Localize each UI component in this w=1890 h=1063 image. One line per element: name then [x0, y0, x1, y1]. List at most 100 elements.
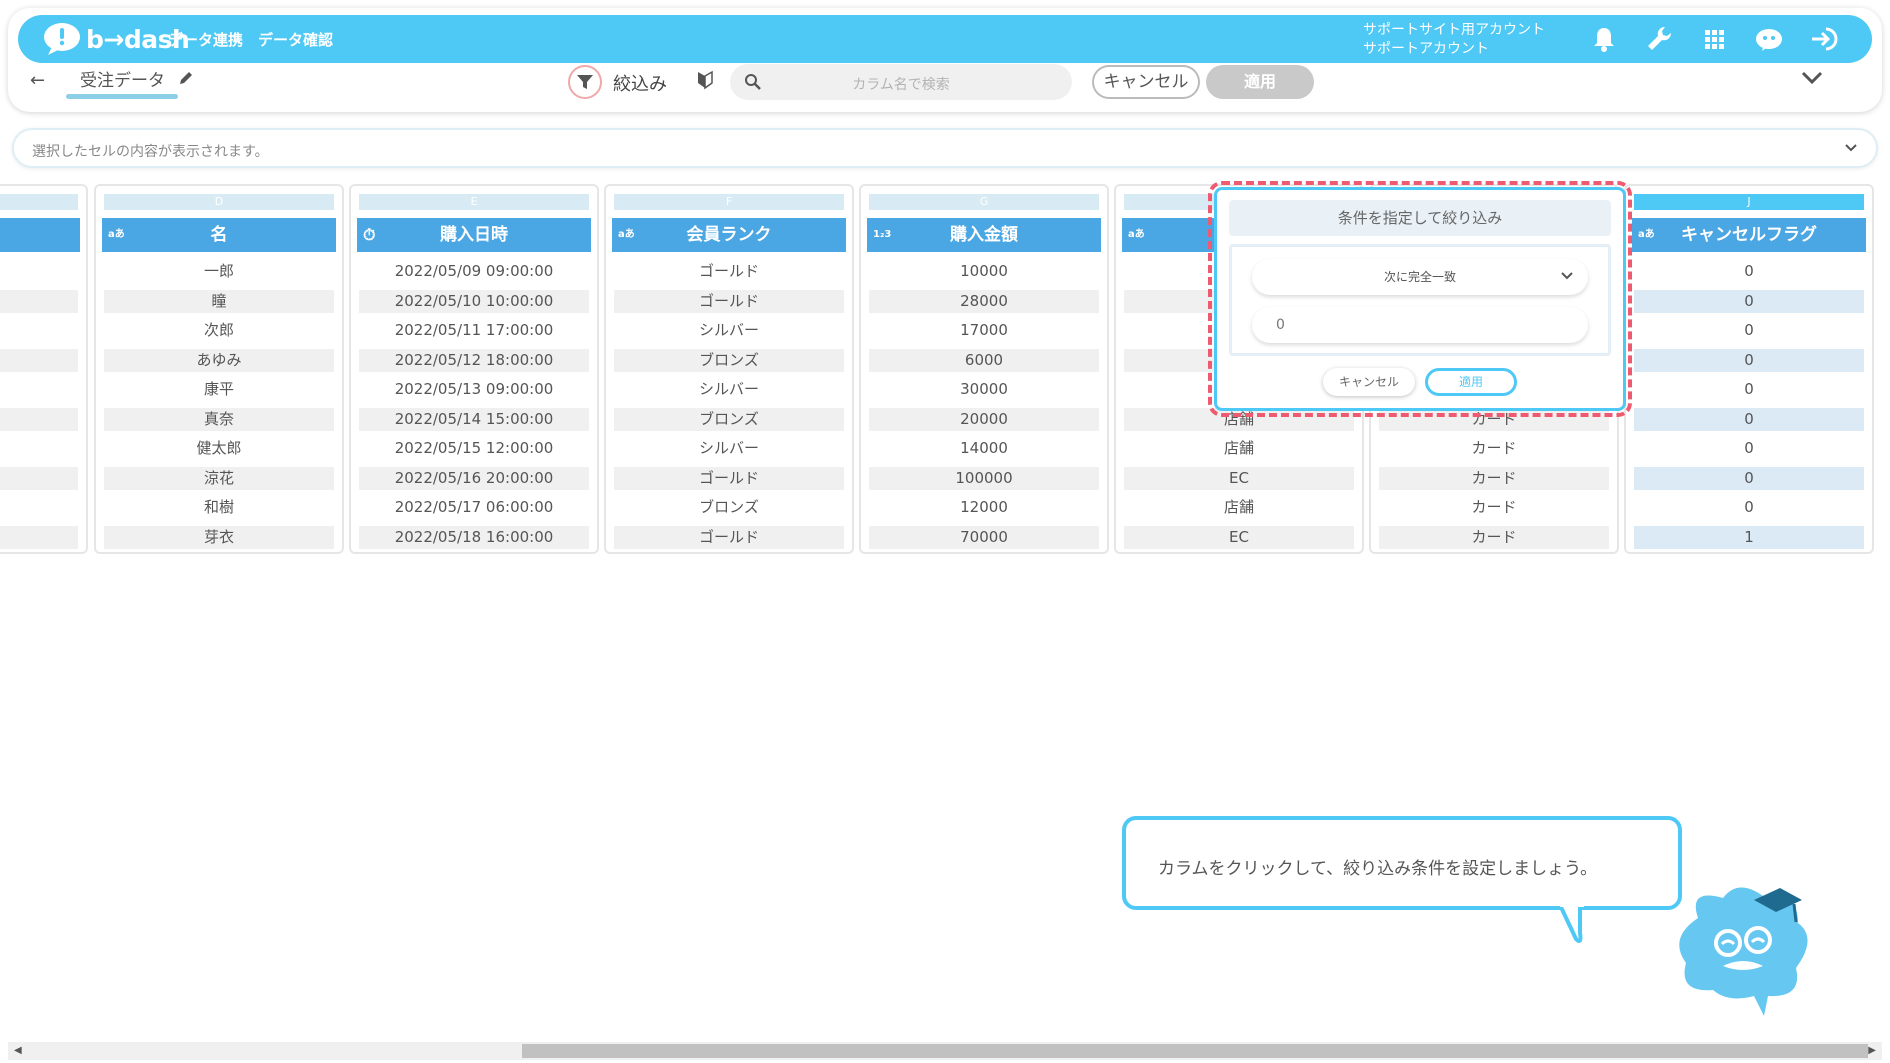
table-cell[interactable] [0, 378, 78, 401]
column-header[interactable]: aあ 名 [102, 218, 336, 252]
apply-button[interactable]: 適用 [1206, 65, 1314, 99]
table-cell[interactable]: 12000 [869, 496, 1099, 519]
table-cell[interactable]: 100000 [869, 466, 1099, 490]
table-cell[interactable]: EC [1124, 525, 1354, 549]
popup-apply-button[interactable]: 適用 [1425, 368, 1517, 396]
condition-select[interactable]: 次に完全一致 [1252, 259, 1588, 295]
table-cell[interactable]: カード [1379, 437, 1609, 460]
popup-cancel-button[interactable]: キャンセル [1323, 368, 1415, 396]
table-cell[interactable]: 0 [1634, 378, 1864, 401]
table-cell[interactable]: 2022/05/10 10:00:00 [359, 289, 589, 313]
table-cell[interactable]: 30000 [869, 378, 1099, 401]
table-cell[interactable]: 0 [1634, 289, 1864, 313]
expand-chevron-icon[interactable] [1842, 139, 1860, 157]
table-cell[interactable]: 17000 [869, 319, 1099, 342]
table-cell[interactable]: 0 [1634, 466, 1864, 490]
bell-icon[interactable] [1588, 23, 1620, 55]
table-cell[interactable] [0, 437, 78, 460]
data-name-title[interactable]: 受注データ [80, 66, 165, 91]
table-cell[interactable] [0, 466, 78, 490]
table-cell[interactable]: ゴールド [614, 525, 844, 549]
search-input[interactable]: カラム名で検索 [730, 74, 1072, 94]
table-cell[interactable]: 0 [1634, 437, 1864, 460]
column-header[interactable]: 1₂3 購入金額 [867, 218, 1101, 252]
column-2[interactable]: E ⏱ 購入日時 2022/05/09 09:00:00 2022/05/10 10:0… [349, 184, 599, 554]
column-1[interactable]: Daあ 名一郎瞳次郎 あゆみ 康平 真奈 健太郎 涼花 和樹 芽衣 [94, 184, 344, 554]
nav-data-check[interactable]: データ確認 [258, 29, 333, 50]
scroll-left-arrow-icon[interactable]: ◀ [14, 1045, 22, 1056]
table-cell[interactable]: 2022/05/17 06:00:00 [359, 496, 589, 519]
table-cell[interactable]: 健太郎 [104, 437, 334, 460]
table-cell[interactable]: カード [1379, 496, 1609, 519]
table-cell[interactable]: シルバー [614, 437, 844, 460]
table-cell[interactable]: ゴールド [614, 289, 844, 313]
pencil-edit-icon[interactable] [178, 70, 194, 86]
wrench-icon[interactable] [1643, 23, 1675, 55]
account-info[interactable]: サポートサイト用アカウント サポートアカウント [1363, 21, 1545, 59]
table-cell[interactable] [0, 348, 78, 372]
column-4[interactable]: G 1₂3 購入金額 10000 28000 17000 6000 30000 20000 140… [859, 184, 1109, 554]
table-cell[interactable]: ブロンズ [614, 496, 844, 519]
apps-grid-icon[interactable] [1698, 23, 1730, 55]
table-cell[interactable]: カード [1379, 466, 1609, 490]
table-cell[interactable]: 2022/05/09 09:00:00 [359, 260, 589, 283]
table-cell[interactable]: 店舗 [1124, 496, 1354, 519]
mascot-help-icon[interactable] [1753, 23, 1785, 55]
cancel-button[interactable]: キャンセル [1092, 65, 1200, 99]
table-cell[interactable]: 2022/05/14 15:00:00 [359, 407, 589, 431]
table-cell[interactable] [0, 407, 78, 431]
table-cell[interactable]: 28000 [869, 289, 1099, 313]
table-cell[interactable]: 瞳 [104, 289, 334, 313]
table-cell[interactable]: シルバー [614, 319, 844, 342]
cell-content-bar[interactable]: 選択したセルの内容が表示されます。 [12, 128, 1878, 168]
table-cell[interactable]: 店舗 [1124, 437, 1354, 460]
table-cell[interactable]: 0 [1634, 260, 1864, 283]
table-cell[interactable]: 2022/05/18 16:00:00 [359, 525, 589, 549]
table-cell[interactable] [0, 260, 78, 283]
table-cell[interactable]: ブロンズ [614, 348, 844, 372]
column-search[interactable]: カラム名で検索 [730, 64, 1072, 100]
table-cell[interactable] [0, 289, 78, 313]
filter-value-input[interactable]: 0 [1252, 307, 1588, 343]
table-cell[interactable]: 10000 [869, 260, 1099, 283]
table-cell[interactable]: 14000 [869, 437, 1099, 460]
table-cell[interactable]: 0 [1634, 407, 1864, 431]
table-cell[interactable]: あゆみ [104, 348, 334, 372]
table-cell[interactable]: 康平 [104, 378, 334, 401]
column-3[interactable]: Faあ 会員ランク ゴールド ゴールド シルバー ブロンズ シルバー ブロンズ シルバー ゴールド… [604, 184, 854, 554]
table-cell[interactable] [0, 496, 78, 519]
table-cell[interactable]: 一郎 [104, 260, 334, 283]
table-cell[interactable]: 0 [1634, 348, 1864, 372]
chevron-down-icon[interactable] [1800, 70, 1824, 86]
table-cell[interactable]: EC [1124, 466, 1354, 490]
back-arrow-icon[interactable]: ← [30, 70, 45, 91]
column-header[interactable] [0, 218, 80, 252]
table-cell[interactable]: 2022/05/13 09:00:00 [359, 378, 589, 401]
table-cell[interactable]: 70000 [869, 525, 1099, 549]
table-cell[interactable]: 真奈 [104, 407, 334, 431]
column-header[interactable]: aあ キャンセルフラグ [1632, 218, 1866, 252]
table-cell[interactable]: カード [1379, 525, 1609, 549]
table-cell[interactable]: 2022/05/16 20:00:00 [359, 466, 589, 490]
logout-icon[interactable] [1808, 23, 1840, 55]
filter-funnel-button[interactable] [568, 65, 602, 99]
column-header[interactable]: ⏱ 購入日時 [357, 218, 591, 252]
table-cell[interactable]: 6000 [869, 348, 1099, 372]
table-cell[interactable]: 20000 [869, 407, 1099, 431]
table-cell[interactable] [0, 525, 78, 549]
table-cell[interactable]: 2022/05/12 18:00:00 [359, 348, 589, 372]
scrollbar-thumb[interactable] [522, 1044, 1868, 1058]
table-cell[interactable]: 次郎 [104, 319, 334, 342]
table-cell[interactable]: 和樹 [104, 496, 334, 519]
table-cell[interactable]: 芽衣 [104, 525, 334, 549]
table-cell[interactable]: シルバー [614, 378, 844, 401]
table-cell[interactable]: 2022/05/15 12:00:00 [359, 437, 589, 460]
table-cell[interactable]: 1 [1634, 525, 1864, 549]
scroll-right-arrow-icon[interactable]: ▶ [1868, 1045, 1876, 1056]
table-cell[interactable]: 0 [1634, 496, 1864, 519]
table-cell[interactable]: 涼花 [104, 466, 334, 490]
nav-data-integration[interactable]: データ連携 [168, 29, 243, 50]
table-cell[interactable]: ブロンズ [614, 407, 844, 431]
table-cell[interactable]: ゴールド [614, 466, 844, 490]
column-7[interactable]: Jaあ キャンセルフラグ 0 0 0 0 0 0 0 0 0 1 [1624, 184, 1874, 554]
